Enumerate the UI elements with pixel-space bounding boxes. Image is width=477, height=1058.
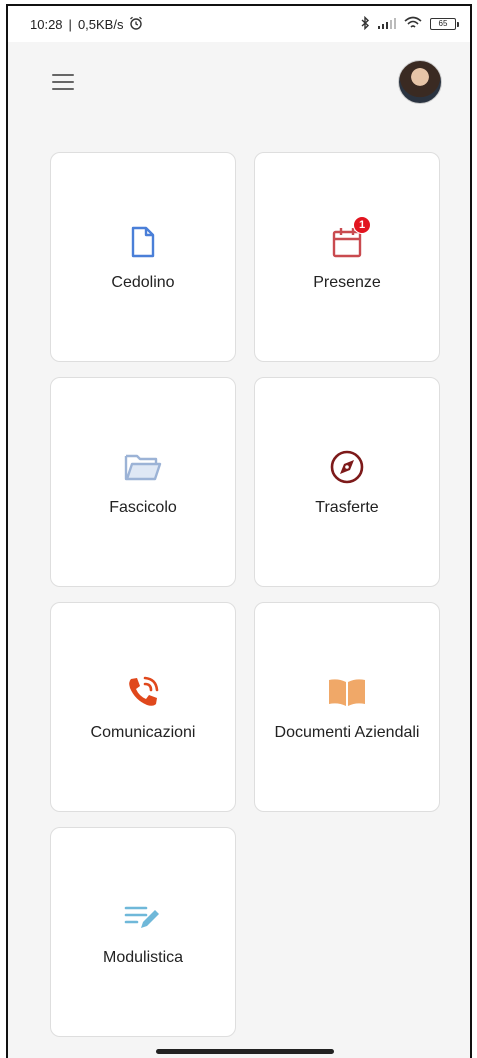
calendar-icon: 1 [327, 216, 371, 262]
status-right: 65 [360, 15, 459, 33]
status-bar: 10:28 | 0,5KB/s 65 [8, 6, 470, 42]
wifi-icon [404, 16, 422, 33]
tile-label-comunicazioni: Comunicazioni [90, 724, 196, 741]
status-net-speed: 0,5KB/s [77, 16, 124, 32]
alarm-icon [129, 16, 143, 33]
tile-comunicazioni[interactable]: Comunicazioni [50, 602, 236, 812]
tile-fascicolo[interactable]: Fascicolo [50, 377, 236, 587]
tile-trasferte[interactable]: Trasferte [254, 377, 440, 587]
menu-icon[interactable] [52, 69, 78, 95]
bluetooth-icon [360, 15, 370, 33]
tile-modulistica[interactable]: Modulistica [50, 827, 236, 1037]
notification-badge: 1 [353, 216, 371, 234]
status-time: 10:28 [30, 16, 63, 32]
document-icon [123, 222, 163, 262]
status-left: 10:28 | 0,5KB/s [30, 16, 143, 33]
app-bar [8, 42, 470, 122]
phone-screen: 10:28 | 0,5KB/s 65 Cedolino 1 Presenze F… [6, 4, 472, 1058]
tile-label-presenze: Presenze [313, 274, 381, 291]
form-edit-icon [123, 897, 163, 937]
tile-label-documenti-aziendali: Documenti Aziendali [274, 724, 420, 741]
signal-icon [378, 17, 396, 32]
tile-documenti-aziendali[interactable]: Documenti Aziendali [254, 602, 440, 812]
phone-ringing-icon [123, 672, 163, 712]
tile-grid: Cedolino 1 Presenze Fascicolo Trasferte … [50, 152, 442, 1037]
tile-label-cedolino: Cedolino [111, 274, 175, 291]
tile-label-modulistica: Modulistica [102, 949, 184, 966]
book-open-icon [327, 672, 367, 712]
compass-icon [327, 447, 367, 487]
battery-icon: 65 [430, 18, 459, 30]
status-separator: | [68, 16, 72, 32]
folder-open-icon [123, 447, 163, 487]
tile-label-fascicolo: Fascicolo [109, 499, 177, 516]
home-indicator[interactable] [156, 1049, 334, 1054]
tile-label-trasferte: Trasferte [315, 499, 379, 516]
avatar[interactable] [398, 60, 442, 104]
tile-cedolino[interactable]: Cedolino [50, 152, 236, 362]
tile-presenze[interactable]: 1 Presenze [254, 152, 440, 362]
